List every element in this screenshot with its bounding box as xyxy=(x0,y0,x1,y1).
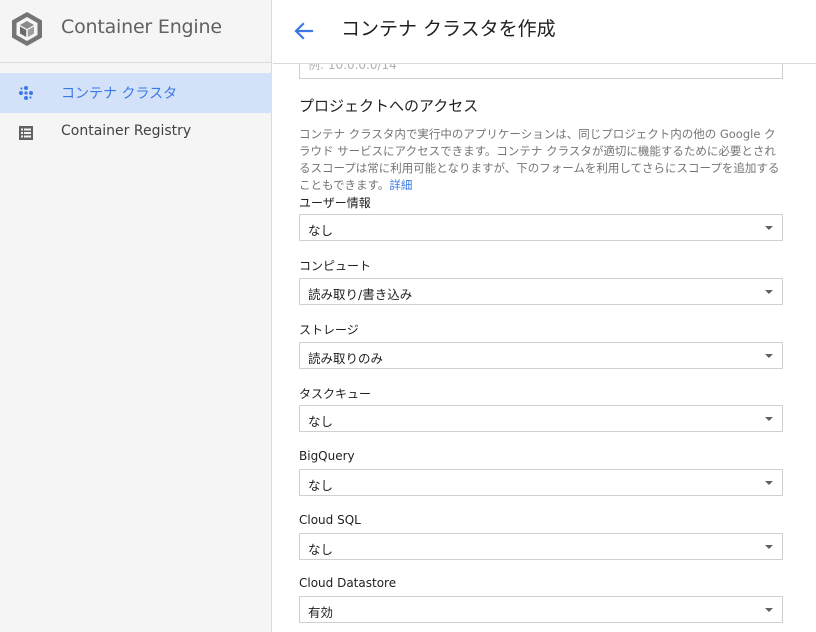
select-cloud-datastore[interactable]: 有効 xyxy=(299,596,783,623)
field-label-task-queue: タスクキュー xyxy=(299,387,372,401)
brand-header: Container Engine xyxy=(0,0,272,63)
select-value: なし xyxy=(308,478,334,493)
ip-range-field[interactable] xyxy=(299,64,783,79)
select-compute[interactable]: 読み取り/書き込み xyxy=(299,278,783,305)
field-label-bigquery: BigQuery xyxy=(299,449,355,463)
dropdown-caret-icon xyxy=(765,354,773,358)
page-title: コンテナ クラスタを作成 xyxy=(341,18,556,40)
dropdown-caret-icon xyxy=(765,545,773,549)
access-section-description: コンテナ クラスタ内で実行中のアプリケーションは、同じプロジェクト内の他の Go… xyxy=(299,126,787,194)
dropdown-caret-icon xyxy=(765,417,773,421)
select-task-queue[interactable]: なし xyxy=(299,405,783,432)
container-engine-logo-icon xyxy=(12,12,42,46)
select-storage[interactable]: 読み取りのみ xyxy=(299,342,783,369)
sidebar-item-label: Container Registry xyxy=(61,123,192,139)
details-link[interactable]: 詳細 xyxy=(389,178,412,192)
select-user-info[interactable]: なし xyxy=(299,214,783,241)
select-value: なし xyxy=(308,223,334,238)
registry-list-icon xyxy=(19,126,33,140)
select-value: 読み取り/書き込み xyxy=(308,287,413,302)
dropdown-caret-icon xyxy=(765,290,773,294)
dropdown-caret-icon xyxy=(765,226,773,230)
dropdown-caret-icon xyxy=(765,481,773,485)
cluster-icon xyxy=(19,86,33,100)
select-cloud-sql[interactable]: なし xyxy=(299,533,783,560)
access-description-text: コンテナ クラスタ内で実行中のアプリケーションは、同じプロジェクト内の他の Go… xyxy=(299,127,780,192)
form-content: プロジェクトへのアクセス コンテナ クラスタ内で実行中のアプリケーションは、同じ… xyxy=(273,64,816,632)
dropdown-caret-icon xyxy=(765,608,773,612)
field-label-cloud-datastore: Cloud Datastore xyxy=(299,576,397,590)
page-header: コンテナ クラスタを作成 xyxy=(273,0,816,64)
select-value: なし xyxy=(308,414,334,429)
select-value: 読み取りのみ xyxy=(308,351,384,366)
sidebar-item-container-registry[interactable]: Container Registry xyxy=(0,113,272,153)
field-label-storage: ストレージ xyxy=(299,323,359,337)
arrow-back-icon[interactable] xyxy=(291,18,317,44)
field-label-user-info: ユーザー情報 xyxy=(299,196,371,210)
sidebar-item-container-clusters[interactable]: コンテナ クラスタ xyxy=(0,73,272,113)
ip-range-input[interactable] xyxy=(300,64,782,78)
field-label-cloud-sql: Cloud SQL xyxy=(299,513,361,527)
field-label-compute: コンピュート xyxy=(299,259,372,273)
select-value: 有効 xyxy=(308,605,334,620)
select-bigquery[interactable]: なし xyxy=(299,469,783,496)
select-value: なし xyxy=(308,542,334,557)
access-section-title: プロジェクトへのアクセス xyxy=(299,97,479,115)
sidebar-item-label: コンテナ クラスタ xyxy=(61,86,178,102)
app-title: Container Engine xyxy=(61,16,222,38)
sidebar: Container Engine コンテナ クラスタ Container Reg… xyxy=(0,0,272,632)
